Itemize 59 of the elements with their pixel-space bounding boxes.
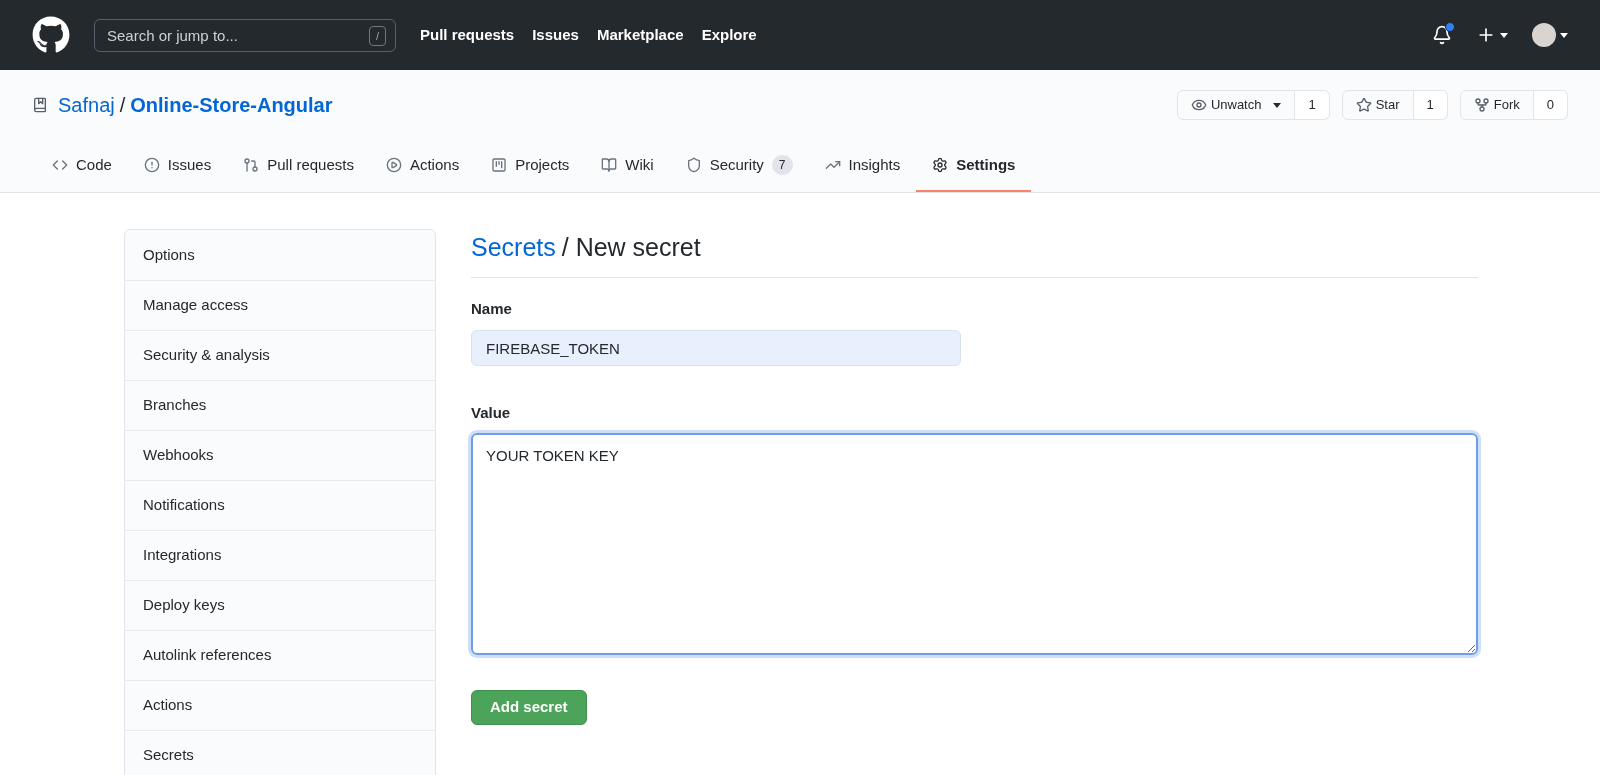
shortcut-key: / — [368, 25, 386, 46]
menu-item[interactable]: Actions — [143, 694, 193, 717]
repo-name-link[interactable]: Online-Store-Angular — [130, 90, 333, 120]
nav-link[interactable]: Explore — [701, 23, 757, 47]
repo-action-button[interactable]: Unwatch — [1176, 90, 1296, 120]
name-input[interactable]: FIREBASE_TOKEN — [471, 330, 961, 366]
nav-link[interactable]: Issues — [532, 23, 579, 47]
repo-icon — [32, 97, 48, 113]
menu-item[interactable]: Notifications — [143, 494, 225, 517]
gear-icon — [932, 157, 949, 173]
breadcrumb-link[interactable]: Secrets — [471, 229, 556, 267]
menu-item[interactable]: Autolink references — [143, 644, 272, 667]
repo-tab[interactable]: Settings — [916, 140, 1032, 192]
menu-item[interactable]: Options — [143, 243, 195, 267]
repo-tab[interactable]: Issues — [127, 140, 228, 192]
logo-icon[interactable] — [32, 16, 70, 54]
eye-icon — [1190, 97, 1207, 113]
value-textarea[interactable]: YOUR TOKEN KEY — [471, 432, 1478, 655]
repo-tab[interactable]: Actions — [369, 140, 476, 192]
page-title: / New secret — [561, 232, 701, 263]
alert-circle-icon — [143, 157, 160, 173]
repo-tab[interactable]: Pull requests — [227, 140, 370, 192]
code-icon — [52, 157, 68, 173]
repo-tab[interactable]: Code — [36, 140, 128, 192]
repo-tab[interactable]: Security 7 — [669, 140, 809, 192]
fork-icon — [1473, 97, 1490, 113]
repo-action-button[interactable]: Fork — [1459, 90, 1534, 120]
caret-icon — [1560, 32, 1568, 38]
path-separator: / — [119, 93, 126, 118]
count-badge: 7 — [771, 155, 793, 175]
book-icon — [601, 157, 618, 173]
owner-link[interactable]: Safnaj — [58, 90, 115, 120]
action-count[interactable]: 1 — [1295, 90, 1330, 120]
field-label: Value — [471, 403, 512, 423]
field-label: Name — [471, 298, 513, 319]
caret-icon — [1500, 32, 1508, 38]
menu-item[interactable]: Branches — [143, 394, 207, 417]
play-icon — [385, 157, 402, 173]
repo-action-button[interactable]: Star — [1341, 90, 1414, 120]
menu-item[interactable]: Security & analysis — [143, 344, 270, 367]
menu-item[interactable]: Secrets — [143, 744, 194, 767]
caret-icon — [1273, 102, 1282, 108]
menu-item[interactable]: Webhooks — [143, 444, 214, 467]
action-count[interactable]: 1 — [1413, 90, 1448, 120]
nav-link[interactable]: Marketplace — [596, 23, 684, 47]
bell-icon[interactable] — [1432, 25, 1452, 45]
repo-tab[interactable]: Insights — [808, 140, 917, 192]
star-icon — [1355, 97, 1372, 113]
action-count[interactable]: 0 — [1533, 90, 1568, 120]
menu-item[interactable]: Manage access — [143, 294, 249, 317]
kanban-icon — [491, 157, 508, 173]
avatar[interactable] — [1532, 23, 1556, 47]
menu-item[interactable]: Deploy keys — [143, 594, 225, 617]
repo-tab[interactable]: Wiki — [585, 140, 670, 192]
shield-icon — [685, 157, 702, 173]
menu-item[interactable]: Integrations — [143, 544, 222, 567]
nav-link[interactable]: Pull requests — [420, 23, 515, 47]
repo-tab[interactable]: Projects — [475, 140, 586, 192]
pull-request-icon — [243, 157, 260, 173]
